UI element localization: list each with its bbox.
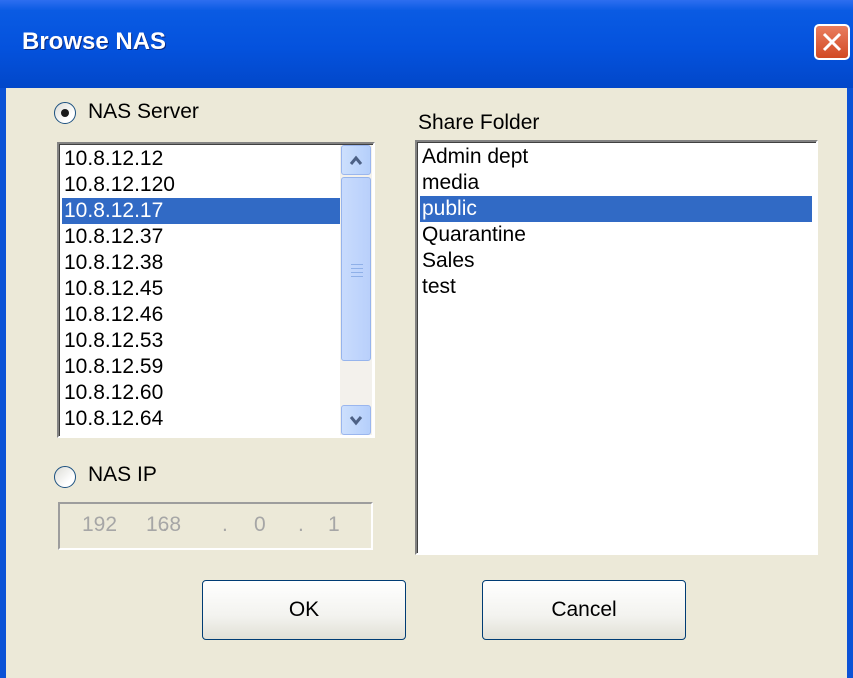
share-folder-list[interactable]: Admin dept media public Quarantine Sales test bbox=[415, 140, 818, 555]
share-folder-item[interactable]: media bbox=[420, 170, 812, 196]
scroll-up-button[interactable] bbox=[341, 145, 371, 175]
ok-button[interactable]: OK bbox=[202, 580, 406, 640]
server-list-item[interactable]: 10.8.12.53 bbox=[62, 328, 340, 354]
nas-server-list[interactable]: 10.8.12.12 10.8.12.120 10.8.12.17 10.8.12.3… bbox=[57, 142, 375, 438]
scroll-thumb[interactable] bbox=[341, 177, 371, 361]
server-list-item[interactable]: 10.8.12.37 bbox=[62, 224, 340, 250]
share-folder-label: Share Folder bbox=[418, 111, 540, 134]
share-folder-item[interactable]: test bbox=[420, 274, 812, 300]
scroll-down-button[interactable] bbox=[341, 405, 371, 435]
chevron-up-icon bbox=[349, 155, 363, 165]
ip-dot: . bbox=[222, 513, 228, 536]
nas-ip-radio[interactable] bbox=[54, 466, 76, 488]
nas-ip-address-field[interactable]: 192 . 168 . 0 . 1 bbox=[58, 502, 373, 550]
server-list-item[interactable]: 10.8.12.60 bbox=[62, 380, 340, 406]
share-folder-item[interactable]: Sales bbox=[420, 248, 812, 274]
radio-selected-dot bbox=[61, 109, 69, 117]
server-list-item[interactable]: 10.8.12.59 bbox=[62, 354, 340, 380]
server-list-item[interactable]: 10.8.12.64 bbox=[62, 406, 340, 432]
server-list-item[interactable]: 10.8.12.120 bbox=[62, 172, 340, 198]
ip-octet-2: 168 bbox=[146, 513, 182, 536]
nas-server-radio[interactable] bbox=[54, 102, 76, 124]
server-list-item[interactable]: 10.8.12.12 bbox=[62, 146, 340, 172]
window-title: Browse NAS bbox=[22, 28, 167, 55]
close-button[interactable] bbox=[814, 24, 850, 60]
ip-dot: . bbox=[298, 513, 304, 536]
server-list-item[interactable]: 10.8.12.17 bbox=[62, 198, 340, 224]
server-list-scrollbar[interactable] bbox=[340, 145, 372, 435]
server-list-item[interactable]: 10.8.12.46 bbox=[62, 302, 340, 328]
nas-ip-label: NAS IP bbox=[88, 463, 157, 486]
nas-server-label: NAS Server bbox=[88, 100, 199, 123]
share-folder-item[interactable]: Quarantine bbox=[420, 222, 812, 248]
server-list-item[interactable]: 10.8.12.45 bbox=[62, 276, 340, 302]
share-folder-item[interactable]: public bbox=[420, 196, 812, 222]
ip-octet-3: 0 bbox=[254, 513, 266, 536]
close-icon bbox=[822, 32, 842, 52]
ip-octet-4: 1 bbox=[328, 513, 340, 536]
cancel-button[interactable]: Cancel bbox=[482, 580, 686, 640]
window-frame-right bbox=[847, 88, 853, 678]
share-folder-item[interactable]: Admin dept bbox=[420, 144, 812, 170]
window-frame-left bbox=[0, 88, 6, 678]
title-bar: Browse NAS bbox=[0, 0, 853, 88]
server-list-item[interactable]: 10.8.12.38 bbox=[62, 250, 340, 276]
ip-octet-1: 192 bbox=[82, 513, 118, 536]
chevron-down-icon bbox=[349, 416, 363, 426]
